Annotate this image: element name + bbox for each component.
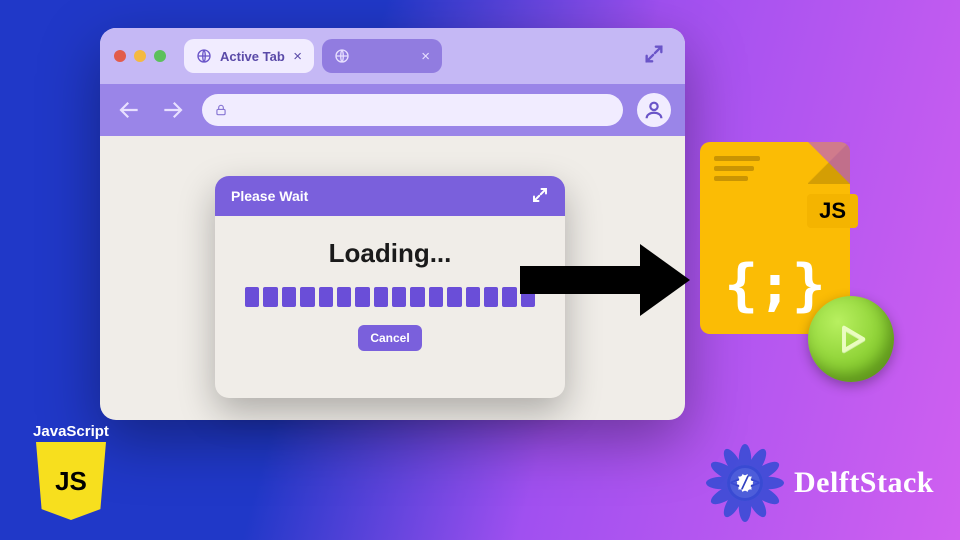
- window-controls: [114, 50, 166, 62]
- javascript-logo: JavaScript JS: [24, 423, 118, 520]
- close-dot[interactable]: [114, 50, 126, 62]
- arrow-icon: [520, 250, 700, 310]
- progress-bar: [245, 287, 535, 307]
- tab-inactive[interactable]: ×: [322, 39, 442, 73]
- cancel-button[interactable]: Cancel: [358, 325, 421, 351]
- profile-button[interactable]: [637, 93, 671, 127]
- globe-icon: [334, 48, 350, 64]
- lock-icon: [214, 103, 228, 117]
- back-button[interactable]: [114, 97, 144, 123]
- play-button[interactable]: [808, 296, 894, 382]
- user-icon: [643, 99, 665, 121]
- dialog-title: Please Wait: [231, 188, 308, 204]
- file-lines-decoration: [714, 156, 760, 181]
- dialog-body: Loading... Cancel: [215, 216, 565, 351]
- loading-dialog: Please Wait Loading... Cancel: [215, 176, 565, 398]
- delftstack-emblem: </>: [706, 444, 784, 522]
- tab-label: Active Tab: [220, 49, 285, 64]
- expand-icon[interactable]: [531, 186, 549, 207]
- close-tab-icon[interactable]: ×: [421, 48, 430, 65]
- js-shield-text: JS: [55, 466, 87, 497]
- delftstack-logo: </> DelftStack: [706, 444, 934, 522]
- browser-window: Active Tab × × Please Wait: [100, 28, 685, 420]
- browser-titlebar: Active Tab × ×: [100, 28, 685, 84]
- forward-button[interactable]: [158, 97, 188, 123]
- loading-text: Loading...: [245, 238, 535, 269]
- url-bar[interactable]: [202, 94, 623, 126]
- mandala-icon: [706, 444, 784, 522]
- browser-toolbar: [100, 84, 685, 136]
- javascript-label: JavaScript: [24, 423, 118, 440]
- tab-active[interactable]: Active Tab ×: [184, 39, 314, 73]
- dialog-titlebar: Please Wait: [215, 176, 565, 216]
- expand-icon[interactable]: [643, 43, 665, 70]
- js-shield: JS: [36, 442, 106, 520]
- minimize-dot[interactable]: [134, 50, 146, 62]
- close-tab-icon[interactable]: ×: [293, 48, 302, 65]
- js-badge: JS: [807, 194, 858, 228]
- maximize-dot[interactable]: [154, 50, 166, 62]
- globe-icon: [196, 48, 212, 64]
- delftstack-name: DelftStack: [794, 466, 934, 500]
